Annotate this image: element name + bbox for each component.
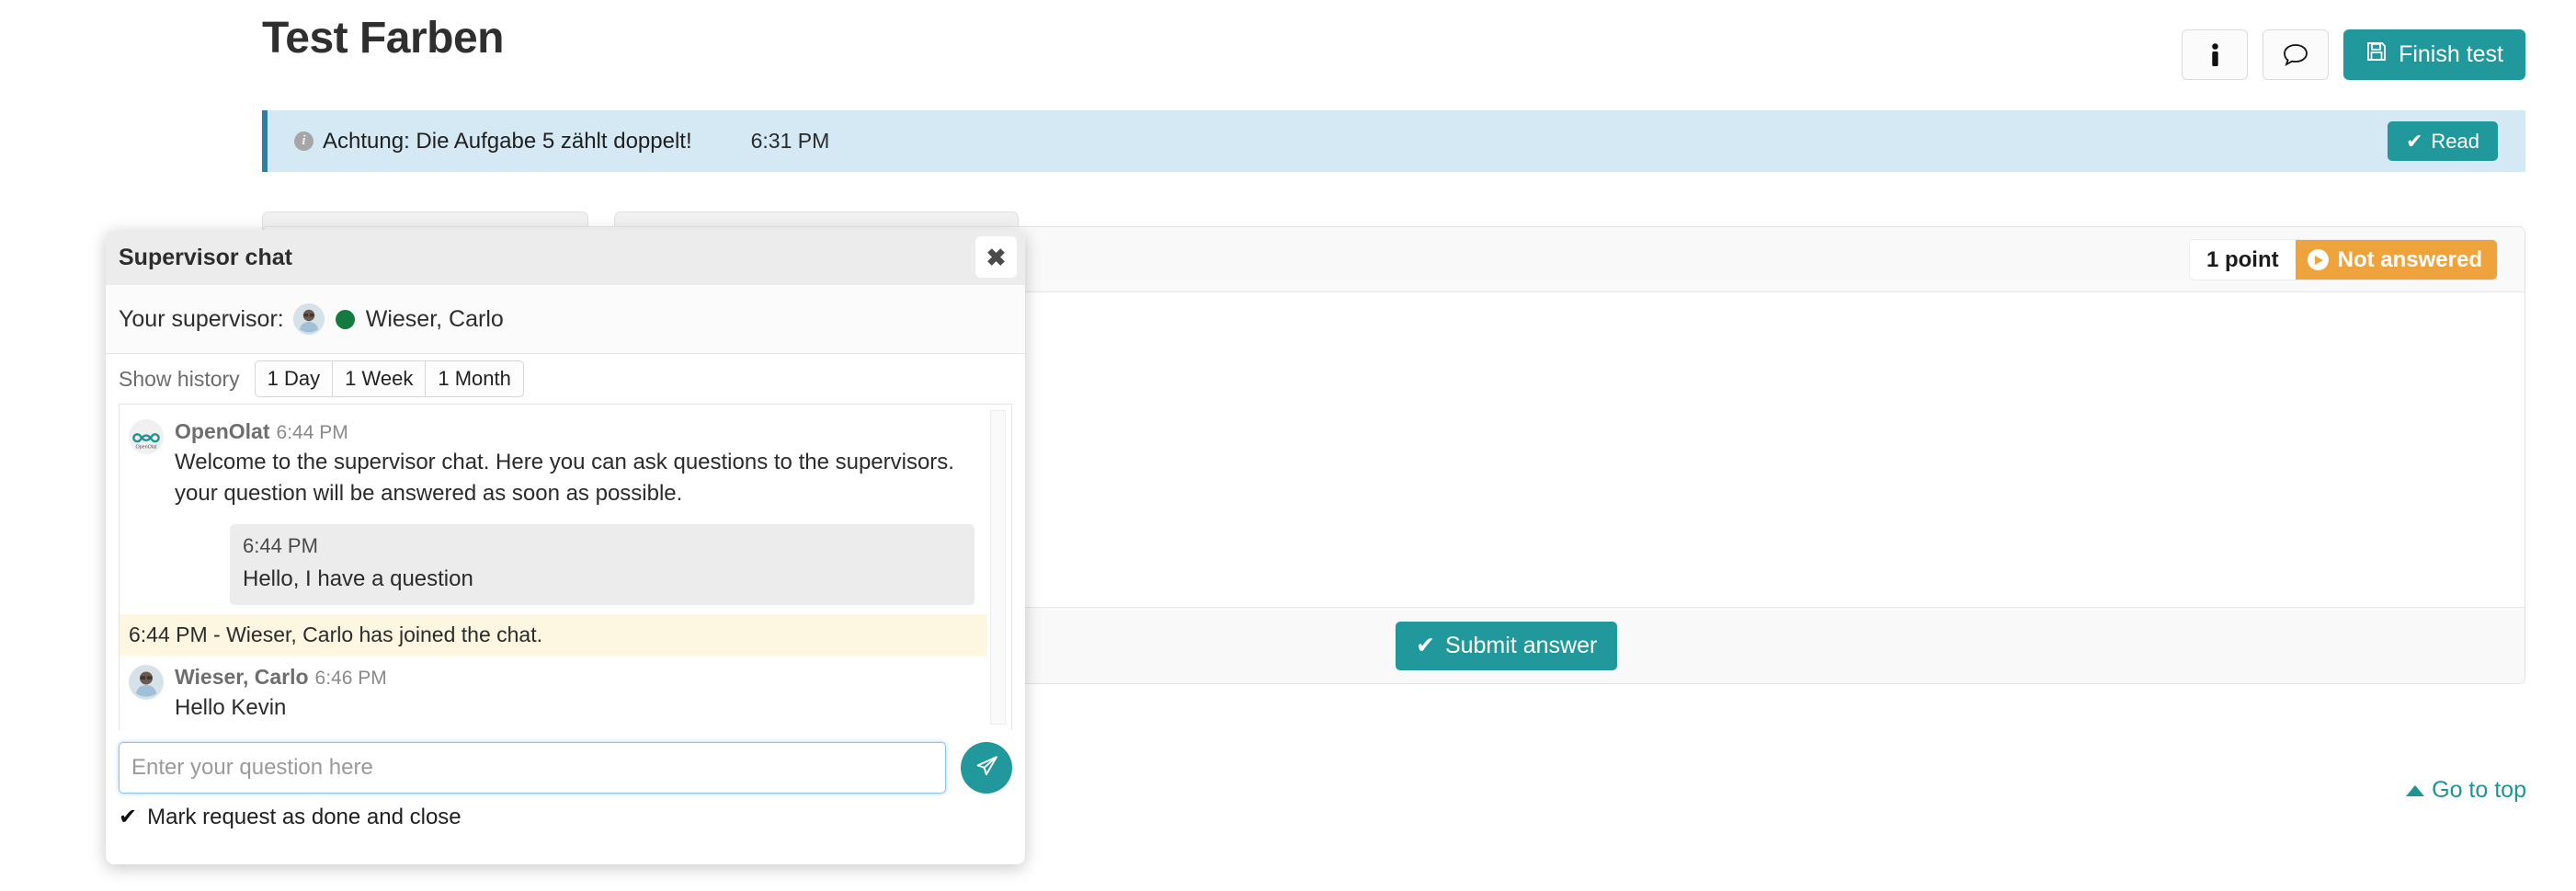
history-range-group: 1 Day 1 Week 1 Month bbox=[254, 360, 524, 397]
chevron-up-icon bbox=[2406, 784, 2425, 796]
message-text: Hello Kevin bbox=[175, 695, 287, 721]
alert-message: Achtung: Die Aufgabe 5 zählt doppelt! bbox=[323, 128, 692, 154]
alert-timestamp: 6:31 PM bbox=[750, 129, 830, 153]
message-time: 6:46 PM bbox=[314, 668, 387, 690]
page-title: Test Farben bbox=[262, 14, 505, 63]
answer-status-label: Not answered bbox=[2337, 246, 2482, 272]
header-actions: Finish test bbox=[2182, 29, 2525, 80]
check-icon: ✔ bbox=[1416, 633, 1435, 658]
message-text: Welcome to the supervisor chat. Here you… bbox=[175, 450, 954, 507]
chat-message-scroll: OpenOlat OpenOlat 6:44 PM Welcome to the … bbox=[120, 405, 987, 730]
chat-scrollbar[interactable] bbox=[990, 410, 1006, 725]
submit-answer-label: Submit answer bbox=[1444, 632, 1598, 658]
message-author: OpenOlat bbox=[175, 419, 270, 443]
supervisor-row: Your supervisor: Wieser, Carlo bbox=[106, 285, 1025, 354]
message-header: OpenOlat 6:44 PM bbox=[175, 419, 975, 444]
chat-message-input[interactable] bbox=[119, 742, 946, 794]
chat-toggle-button[interactable] bbox=[2263, 29, 2330, 80]
info-alert: i Achtung: Die Aufgabe 5 zählt doppelt! … bbox=[262, 110, 2525, 172]
speech-bubble-icon bbox=[2282, 42, 2309, 68]
check-icon: ✔ bbox=[2405, 129, 2423, 153]
send-button[interactable] bbox=[961, 742, 1012, 794]
play-circle-icon bbox=[2307, 249, 2329, 270]
message-author: Wieser, Carlo bbox=[175, 665, 309, 690]
svg-text:OpenOlat: OpenOlat bbox=[135, 445, 157, 451]
finish-test-label: Finish test bbox=[2399, 41, 2503, 67]
paper-plane-send-icon bbox=[975, 754, 999, 782]
show-history-label: Show history bbox=[119, 366, 240, 391]
openolat-logo-avatar: OpenOlat bbox=[129, 419, 164, 454]
message-body: Wieser, Carlo 6:46 PM Hello Kevin bbox=[175, 665, 975, 724]
message-header: Wieser, Carlo 6:46 PM bbox=[175, 665, 975, 690]
go-to-top-label: Go to top bbox=[2432, 777, 2526, 803]
list-item: Wieser, Carlo 6:46 PM Hello Kevin bbox=[120, 656, 987, 729]
alert-content: i Achtung: Die Aufgabe 5 zählt doppelt! bbox=[294, 129, 692, 154]
mark-read-label: Read bbox=[2431, 129, 2479, 153]
finish-test-button[interactable]: Finish test bbox=[2343, 29, 2525, 80]
list-item: 6:44 PM Hello, I have a question bbox=[230, 524, 975, 606]
online-status-dot bbox=[335, 309, 355, 329]
chat-titlebar: Supervisor chat ✖ bbox=[106, 230, 1025, 285]
history-range-1-week[interactable]: 1 Week bbox=[333, 360, 427, 397]
close-icon[interactable]: ✖ bbox=[975, 236, 1017, 278]
supervisor-chat-dialog: Supervisor chat ✖ Your supervisor: Wiese… bbox=[106, 230, 1025, 864]
mark-done-label: Mark request as done and close bbox=[147, 805, 462, 829]
points-label: 1 point bbox=[2189, 240, 2296, 280]
history-range-1-month[interactable]: 1 Month bbox=[426, 360, 524, 397]
go-to-top-link[interactable]: Go to top bbox=[2406, 777, 2526, 804]
chat-input-row bbox=[119, 742, 1012, 794]
submit-answer-button[interactable]: ✔ Submit answer bbox=[1396, 621, 1618, 670]
system-message: 6:44 PM - Wieser, Carlo has joined the c… bbox=[120, 614, 987, 657]
mark-done-and-close-action[interactable]: ✔ Mark request as done and close bbox=[119, 805, 1012, 830]
supervisor-label: Your supervisor: bbox=[119, 305, 284, 332]
floppy-disk-save-icon bbox=[2365, 40, 2388, 69]
info-icon bbox=[2209, 42, 2221, 67]
info-button[interactable] bbox=[2182, 29, 2249, 80]
message-time: 6:44 PM bbox=[243, 534, 318, 558]
supervisor-name: Wieser, Carlo bbox=[365, 305, 504, 332]
page-header: Test Farben Finish test bbox=[0, 0, 2576, 103]
message-text: Hello, I have a question bbox=[243, 566, 473, 592]
history-range-1-day[interactable]: 1 Day bbox=[254, 360, 334, 397]
message-body: OpenOlat 6:44 PM Welcome to the superviso… bbox=[175, 419, 975, 509]
mark-read-button[interactable]: ✔ Read bbox=[2387, 121, 2498, 161]
status-badge: 1 point Not answered bbox=[2189, 240, 2497, 280]
chat-message-list[interactable]: OpenOlat OpenOlat 6:44 PM Welcome to the … bbox=[119, 404, 1012, 730]
message-time: 6:44 PM bbox=[276, 422, 348, 443]
chat-title: Supervisor chat bbox=[119, 244, 292, 270]
avatar bbox=[129, 665, 164, 701]
check-icon: ✔ bbox=[119, 805, 138, 829]
app-page: Test Farben Finish test i Achtung: Die A… bbox=[0, 0, 2576, 891]
info-circle-icon: i bbox=[294, 131, 313, 151]
chat-history-bar: Show history 1 Day 1 Week 1 Month bbox=[106, 354, 1025, 404]
avatar bbox=[292, 303, 325, 335]
list-item: OpenOlat OpenOlat 6:44 PM Welcome to the … bbox=[120, 414, 987, 515]
answer-status: Not answered bbox=[2295, 240, 2497, 280]
